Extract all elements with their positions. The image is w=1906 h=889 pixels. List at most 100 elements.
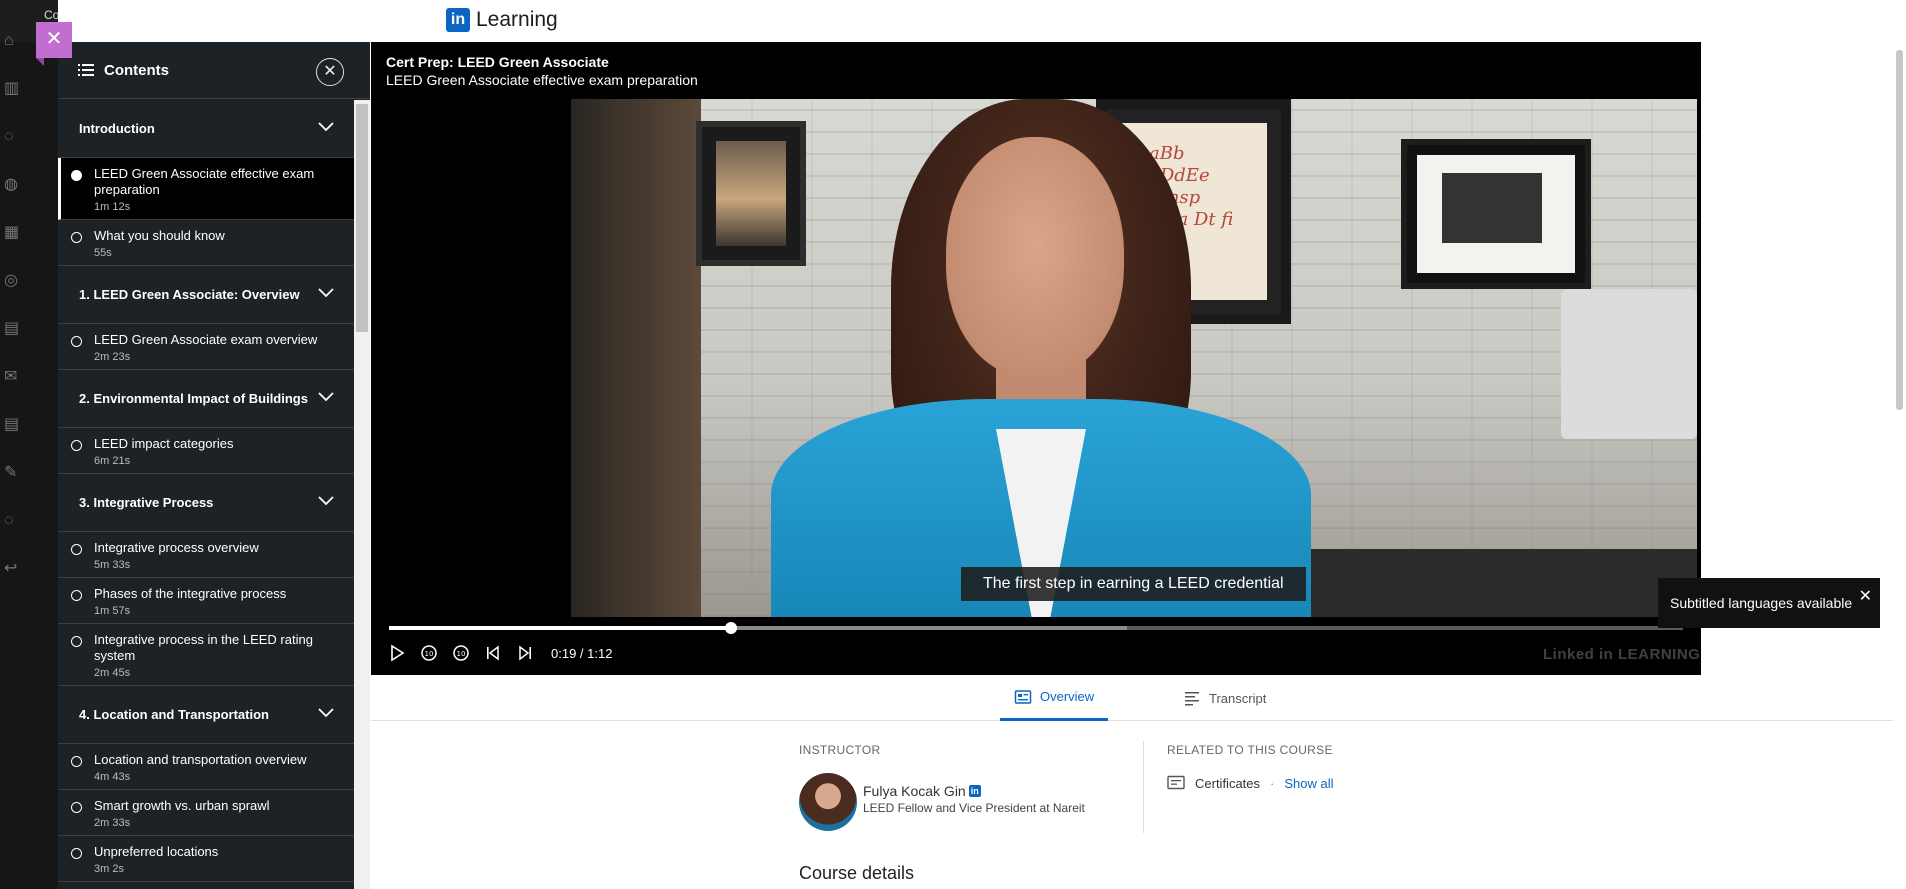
video-header: Cert Prep: LEED Green Associate LEED Gre… <box>386 54 698 88</box>
unwatched-indicator-icon <box>71 756 82 767</box>
sidebar-scrollbar-thumb[interactable] <box>356 104 368 332</box>
tab-overview[interactable]: Overview <box>1000 675 1109 721</box>
rewind-10-button[interactable]: 10 <box>415 639 443 667</box>
bank-icon: ▥ <box>4 80 20 97</box>
picture-frame <box>1401 139 1591 289</box>
toc-item[interactable]: Integrative process in the LEED rating s… <box>58 624 354 686</box>
related-label: RELATED TO THIS COURSE <box>1167 743 1333 757</box>
progress-handle[interactable] <box>724 622 737 634</box>
toc-item[interactable]: LEED Green Associate effective exam prep… <box>58 158 354 220</box>
edit-icon: ✎ <box>4 464 18 481</box>
linkedin-logo-icon: in <box>446 8 470 32</box>
subtitles-tooltip: Subtitled languages available ✕ <box>1658 578 1880 628</box>
item-duration: 2m 33s <box>94 817 131 829</box>
forward-10-icon: 10 <box>453 645 469 661</box>
player-controls: 10 10 0:19 / 1:12 Linked in LEARNING 1x … <box>371 637 1701 673</box>
current-indicator-icon <box>71 170 82 181</box>
linkedin-icon: in <box>968 785 981 797</box>
item-duration: 2m 23s <box>94 351 131 363</box>
svg-text:10: 10 <box>425 650 434 658</box>
mail-icon: ✉ <box>4 368 18 385</box>
toc-section[interactable]: 3. Integrative Process <box>58 474 354 532</box>
lesson-title: LEED Green Associate effective exam prep… <box>386 72 698 88</box>
play-button[interactable] <box>383 639 411 667</box>
section-title: Introduction <box>79 121 155 136</box>
certificates-label: Certificates <box>1195 775 1261 791</box>
chevron-down-icon <box>318 496 334 506</box>
tooltip-text: Subtitled languages available <box>1670 595 1853 611</box>
globe-icon: ◍ <box>4 176 18 193</box>
item-title: Phases of the integrative process <box>94 586 287 601</box>
instructor-face <box>946 137 1124 377</box>
bookshelf <box>571 99 701 617</box>
close-modal-button[interactable]: ✕ <box>36 22 72 66</box>
toc-item[interactable]: Smart growth vs. urban sprawl 2m 33s <box>58 790 354 836</box>
item-duration: 4m 43s <box>94 771 131 783</box>
instructor-label: INSTRUCTOR <box>799 743 881 757</box>
divider <box>1143 741 1144 833</box>
toc-section[interactable]: 1. LEED Green Associate: Overview <box>58 266 354 324</box>
toc-item[interactable]: LEED impact categories 6m 21s <box>58 428 354 474</box>
page-scrollbar-thumb[interactable] <box>1896 50 1903 410</box>
unwatched-indicator-icon <box>71 440 82 451</box>
certificates-row: Certificates · Show all <box>1167 775 1334 791</box>
skip-next-icon <box>519 645 531 661</box>
building-icon: ▦ <box>4 224 20 241</box>
document-icon: ▤ <box>4 416 20 433</box>
forward-10-button[interactable]: 10 <box>447 639 475 667</box>
toc-item[interactable]: What you should know 55s <box>58 220 354 266</box>
sidebar-header: Contents ✕ <box>58 42 370 99</box>
chevron-down-icon <box>318 392 334 402</box>
item-duration: 3m 2s <box>94 863 124 875</box>
course-info: Overview Transcript INSTRUCTOR Fulya Koc… <box>371 675 1893 889</box>
progress-fill <box>389 626 731 630</box>
tab-transcript-label: Transcript <box>1209 690 1267 706</box>
toc-section[interactable]: Introduction <box>58 100 354 158</box>
toc-item[interactable]: LEED Green Associate exam overview 2m 23s <box>58 324 354 370</box>
contents-sidebar: Contents ✕ Introduction LEED Green Associ… <box>58 42 370 889</box>
app-root: ⌂ ▥ ◌ ◍ ▦ ◎ ▤ ✉ ▤ ✎ ◌ ↩ Co in Learning ✕ Contents ✕… <box>0 0 1906 889</box>
person-icon: ◌ <box>4 128 14 145</box>
item-duration: 5m 33s <box>94 559 131 571</box>
close-sidebar-button[interactable]: ✕ <box>316 58 344 86</box>
course-title: Cert Prep: LEED Green Associate <box>386 54 609 70</box>
toc-section[interactable]: 2. Environmental Impact of Buildings <box>58 370 354 428</box>
transcript-icon <box>1185 692 1199 706</box>
rewind-10-icon: 10 <box>421 645 437 661</box>
toc-item[interactable]: Phases of the integrative process 1m 57s <box>58 578 354 624</box>
toc-item[interactable]: Unpreferred locations 3m 2s <box>58 836 354 882</box>
instructor-name-link[interactable]: Fulya Kocak Gin in <box>863 783 981 799</box>
next-button[interactable] <box>511 639 539 667</box>
item-duration: 1m 57s <box>94 605 131 617</box>
toc-list: Introduction LEED Green Associate effecti… <box>58 100 354 882</box>
picture-frame <box>696 121 806 266</box>
previous-button[interactable] <box>479 639 507 667</box>
brand[interactable]: in Learning <box>446 8 558 32</box>
time-display: 0:19 / 1:12 <box>551 646 613 661</box>
video-frame: AaBb CcDdEe fgRnsp xsYya Dt fi <box>571 99 1697 617</box>
video-player[interactable]: Cert Prep: LEED Green Associate LEED Gre… <box>371 42 1701 675</box>
unwatched-indicator-icon <box>71 848 82 859</box>
progress-bar[interactable] <box>389 622 1683 634</box>
show-all-link[interactable]: Show all <box>1284 776 1333 791</box>
logout-icon: ↩ <box>4 560 18 577</box>
instructor-avatar[interactable] <box>799 773 857 831</box>
toc-item[interactable]: Location and transportation overview 4m 4… <box>58 744 354 790</box>
item-duration: 6m 21s <box>94 455 131 467</box>
tab-transcript[interactable]: Transcript <box>1169 675 1280 721</box>
skip-previous-icon <box>487 645 499 661</box>
item-title: LEED impact categories <box>94 436 234 451</box>
toc-section[interactable]: 4. Location and Transportation <box>58 686 354 744</box>
calendar-icon: ▤ <box>4 320 20 337</box>
item-title: LEED Green Associate exam overview <box>94 332 318 347</box>
content-tabs: Overview Transcript <box>371 675 1893 721</box>
item-title: Unpreferred locations <box>94 844 219 859</box>
close-tooltip-button[interactable]: ✕ <box>1859 586 1872 606</box>
subtitle-caption: The first step in earning a LEED credent… <box>961 567 1306 601</box>
item-title: What you should know <box>94 228 225 243</box>
unwatched-indicator-icon <box>71 802 82 813</box>
unwatched-indicator-icon <box>71 544 82 555</box>
toc-item[interactable]: Integrative process overview 5m 33s <box>58 532 354 578</box>
page-scrollbar[interactable] <box>1893 42 1906 889</box>
home-icon: ⌂ <box>4 32 14 49</box>
